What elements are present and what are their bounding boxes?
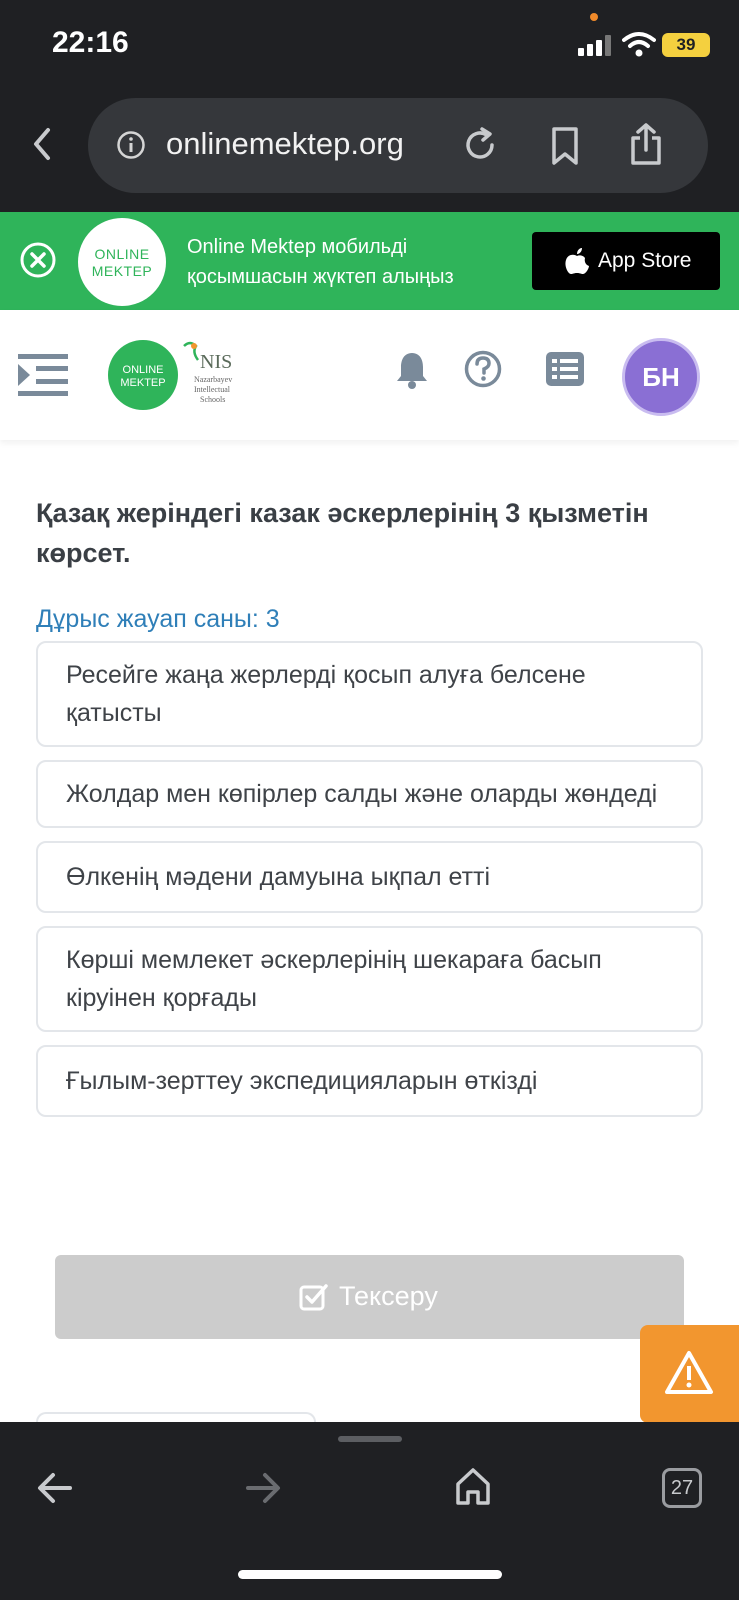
app-download-banner: ONLINE MEKTEP Online Mektep мобильді қос… [0,212,739,310]
banner-text-line2: қосымшасын жүктеп алыңыз [187,266,454,288]
privacy-indicator-dot [590,13,598,21]
nis-title: NIS [200,351,232,373]
answer-option[interactable]: Өлкенің мәдени дамуына ықпал етті [36,841,703,913]
tabs-button[interactable]: 27 [662,1468,702,1508]
question-text: Қазақ жеріндегі казак әскерлерінің 3 қыз… [36,498,649,568]
report-problem-button[interactable] [640,1325,739,1423]
nis-line3: Schools [200,395,225,404]
banner-close-icon[interactable] [20,242,56,278]
url-text[interactable]: onlinemektep.org [166,126,404,162]
correct-answer-count: Дұрыс жауап саны: 3 [36,605,280,633]
user-avatar[interactable]: БН [622,338,700,416]
online-mektep-header-logo[interactable]: ONLINE MEKTEP [108,340,178,410]
home-indicator [238,1570,502,1579]
banner-text-line1: Online Mektep мобильді [187,236,408,258]
cellular-signal-icon [578,34,614,56]
apple-icon [565,248,589,274]
nis-line1: Nazarbayev [194,375,232,384]
course-list-icon[interactable] [546,352,584,386]
app-store-label: App Store [598,249,692,272]
share-icon[interactable] [628,122,664,166]
answer-options: Ресейге жаңа жерлерді қосып алуға белсен… [36,641,703,1130]
app-store-button[interactable]: App Store [532,232,720,290]
forward-arrow-icon[interactable] [244,1470,282,1506]
toolbar-handle[interactable] [338,1436,402,1442]
address-bar[interactable]: onlinemektep.org [88,98,708,193]
warning-icon [665,1351,713,1394]
nis-line2: Intellectual [194,385,231,394]
menu-toggle-icon[interactable] [18,352,68,398]
check-answer-button[interactable]: Тексеру [55,1255,684,1339]
site-header: ONLINE MEKTEP NIS Nazarbayev Intellectua… [0,310,739,440]
battery-indicator: 39 [662,33,710,57]
header-logo-line1: ONLINE [122,364,164,376]
answer-option[interactable]: Ресейге жаңа жерлерді қосып алуға белсен… [36,641,703,747]
check-answer-label: Тексеру [339,1281,438,1311]
home-icon[interactable] [454,1466,492,1506]
help-icon[interactable] [464,350,502,388]
answer-option[interactable]: Ғылым-зерттеу экспедицияларын өткізді [36,1045,703,1117]
banner-logo-line2: MEKTEP [91,263,153,279]
check-square-icon [299,1284,328,1311]
site-info-icon[interactable] [116,130,146,160]
nis-logo: NIS Nazarbayev Intellectual Schools [183,341,232,404]
browser-back-chevron-icon[interactable] [28,124,56,164]
banner-text: Online Mektep мобильді қосымшасын жүктеп… [187,232,454,292]
header-logo-line2: MEKTEP [120,377,166,389]
answer-option[interactable]: Көрші мемлекет әскерлерінің шекараға бас… [36,926,703,1032]
online-mektep-logo: ONLINE MEKTEP [78,218,166,306]
back-arrow-icon[interactable] [36,1470,74,1506]
browser-chrome: 22:16 39 onlinemektep.org [0,0,739,212]
status-time: 22:16 [52,26,129,59]
answer-option[interactable]: Жолдар мен көпірлер салды және оларды жө… [36,760,703,828]
reload-icon[interactable] [460,125,500,165]
notifications-bell-icon[interactable] [394,350,430,390]
bookmark-icon[interactable] [550,126,580,166]
wifi-icon [622,32,656,57]
browser-toolbar: 27 [0,1422,739,1600]
banner-logo-line1: ONLINE [94,246,150,262]
